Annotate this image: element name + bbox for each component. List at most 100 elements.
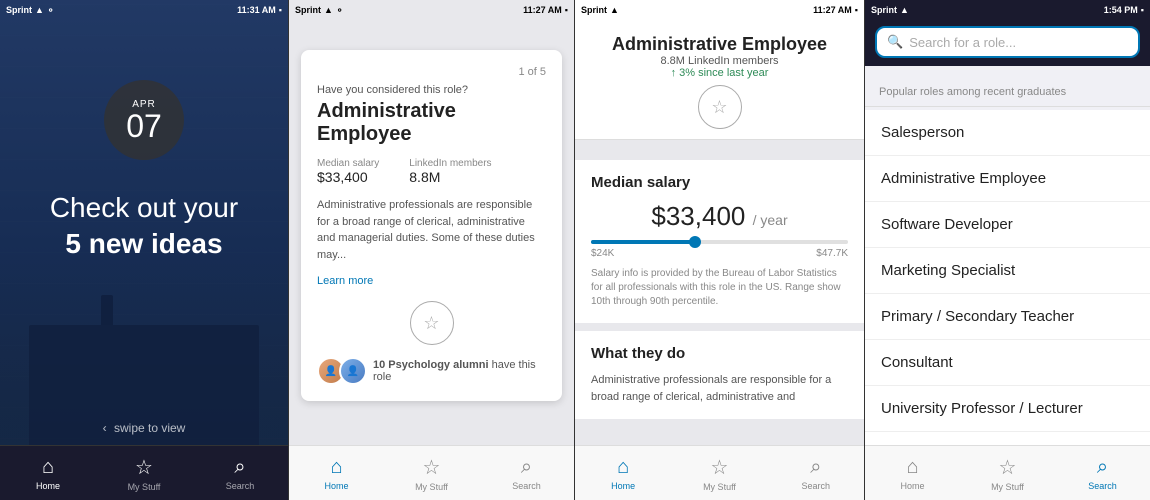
status-bar-4: Sprint ▲ 1:54 PM ▪	[865, 0, 1150, 20]
popular-label: Popular roles among recent graduates	[879, 86, 1066, 98]
bottom-nav-2: ⌂ Home ☆ My Stuff ⌕ Search	[289, 445, 574, 500]
headline-line2: 5 new ideas	[65, 228, 222, 259]
status-bar-left-3: Sprint ▲	[581, 5, 619, 15]
s3-members: 8.8M LinkedIn members	[591, 55, 848, 67]
alumni-avatars: 👤 👤	[317, 357, 367, 385]
role-item-teacher[interactable]: Primary / Secondary Teacher	[865, 294, 1150, 340]
mystuff-icon-3: ☆	[711, 455, 729, 480]
search-icon-2: ⌕	[521, 456, 532, 479]
search-input-box[interactable]: 🔍 Search for a role...	[875, 26, 1140, 58]
salary-value: $33,400 / year	[591, 201, 848, 232]
battery-icon: ▪	[279, 5, 282, 15]
nav-search-3[interactable]: ⌕ Search	[768, 456, 864, 491]
headline: Check out your 5 new ideas	[30, 190, 258, 263]
screen-3: Sprint ▲ 11:27 AM ▪ Administrative Emplo…	[574, 0, 864, 500]
search-icon-1: ⌕	[234, 456, 245, 479]
status-bar-1: Sprint ▲ ⚬ 11:31 AM ▪	[0, 0, 288, 20]
stat-salary-value: $33,400	[317, 169, 379, 185]
nav-mystuff-1[interactable]: ☆ My Stuff	[96, 455, 192, 492]
alumni-row: 👤 👤 10 Psychology alumni have this role	[317, 357, 546, 385]
time-label: 11:31 AM	[237, 5, 276, 15]
mystuff-icon-1: ☆	[135, 455, 153, 480]
signal-icon: ▲	[35, 5, 44, 15]
stat-members-label: LinkedIn members	[409, 158, 491, 169]
salary-fill	[591, 240, 694, 244]
salary-dot	[689, 236, 701, 248]
nav-search-label-3: Search	[802, 481, 831, 491]
nav-home-4[interactable]: ⌂ Home	[865, 456, 960, 491]
nav-search-4[interactable]: ⌕ Search	[1055, 456, 1150, 491]
roles-list: SalespersonAdministrative EmployeeSoftwa…	[865, 110, 1150, 445]
role-item-consultant[interactable]: Consultant	[865, 340, 1150, 386]
time-label-2: 11:27 AM	[523, 5, 562, 15]
nav-search-label-2: Search	[512, 481, 541, 491]
nav-mystuff-label-4: My Stuff	[991, 482, 1024, 492]
learn-more-link[interactable]: Learn more	[317, 275, 373, 287]
mystuff-icon-4: ☆	[999, 455, 1017, 480]
mystuff-icon-2: ☆	[423, 455, 441, 480]
screen3-body: Median salary $33,400 / year $24K $47.7K…	[575, 160, 864, 445]
alumni-avatar-2: 👤	[339, 357, 367, 385]
role-item-marketing[interactable]: Marketing Specialist	[865, 248, 1150, 294]
nav-home-label-4: Home	[900, 481, 924, 491]
role-item-professor[interactable]: University Professor / Lecturer	[865, 386, 1150, 432]
signal-icon-2: ▲	[324, 5, 333, 15]
card-title: Administrative Employee	[317, 100, 546, 146]
status-bar-right-3: 11:27 AM ▪	[813, 5, 858, 15]
carrier-label-3: Sprint	[581, 5, 607, 15]
nav-mystuff-4[interactable]: ☆ My Stuff	[960, 455, 1055, 492]
status-bar-right-2: 11:27 AM ▪	[523, 5, 568, 15]
role-item-salesperson[interactable]: Salesperson	[865, 110, 1150, 156]
nav-mystuff-label-1: My Stuff	[128, 482, 161, 492]
card-body: Administrative professionals are respons…	[317, 197, 546, 263]
time-label-3: 11:27 AM	[813, 5, 852, 15]
status-bar-3: Sprint ▲ 11:27 AM ▪	[575, 0, 864, 20]
s3-title: Administrative Employee	[591, 34, 848, 55]
home-icon-2: ⌂	[330, 456, 342, 479]
wifi-icon-2: ⚬	[336, 5, 344, 16]
signal-icon-4: ▲	[900, 5, 909, 15]
time-label-4: 1:54 PM	[1104, 5, 1138, 15]
date-circle: APR 07	[104, 80, 184, 160]
salary-min: $24K	[591, 248, 614, 259]
what-section: What they do Administrative professional…	[575, 331, 864, 419]
star-button-2[interactable]: ☆	[410, 301, 454, 345]
battery-icon-2: ▪	[565, 5, 568, 15]
nav-home-1[interactable]: ⌂ Home	[0, 456, 96, 491]
nav-search-2[interactable]: ⌕ Search	[479, 456, 574, 491]
carrier-label: Sprint	[6, 5, 32, 15]
nav-search-label-1: Search	[226, 481, 255, 491]
nav-home-label-1: Home	[36, 481, 60, 491]
card-subtitle: Have you considered this role?	[317, 84, 546, 96]
headline-line1: Check out your	[50, 192, 238, 223]
status-bar-left-4: Sprint ▲	[871, 5, 909, 15]
nav-home-3[interactable]: ⌂ Home	[575, 456, 671, 491]
what-title: What they do	[591, 345, 848, 362]
role-item-project-mgr[interactable]: Project Manager	[865, 432, 1150, 445]
nav-mystuff-2[interactable]: ☆ My Stuff	[384, 455, 479, 492]
screen-4: Sprint ▲ 1:54 PM ▪ 🔍 Search for a role..…	[864, 0, 1150, 500]
role-item-admin-employee[interactable]: Administrative Employee	[865, 156, 1150, 202]
role-item-software-dev[interactable]: Software Developer	[865, 202, 1150, 248]
day-label: 07	[126, 110, 162, 142]
star-button-3[interactable]: ☆	[698, 85, 742, 129]
nav-mystuff-label-3: My Stuff	[703, 482, 736, 492]
screen3-header: Administrative Employee 8.8M LinkedIn me…	[575, 20, 864, 140]
screen1-content: APR 07 Check out your 5 new ideas	[0, 20, 288, 500]
carrier-label-4: Sprint	[871, 5, 897, 15]
nav-search-label-4: Search	[1088, 481, 1117, 491]
stat-salary: Median salary $33,400	[317, 158, 379, 185]
nav-mystuff-3[interactable]: ☆ My Stuff	[671, 455, 767, 492]
bottom-nav-4: ⌂ Home ☆ My Stuff ⌕ Search	[865, 445, 1150, 500]
status-bar-2: Sprint ▲ ⚬ 11:27 AM ▪	[289, 0, 574, 20]
salary-unit: / year	[753, 212, 788, 228]
salary-range-bar	[591, 240, 848, 244]
stat-members: LinkedIn members 8.8M	[409, 158, 491, 185]
stat-members-value: 8.8M	[409, 169, 491, 185]
search-icon-4: 🔍	[887, 34, 903, 50]
nav-search-1[interactable]: ⌕ Search	[192, 456, 288, 491]
stat-salary-label: Median salary	[317, 158, 379, 169]
bottom-nav-1: ⌂ Home ☆ My Stuff ⌕ Search	[0, 445, 288, 500]
nav-home-2[interactable]: ⌂ Home	[289, 456, 384, 491]
bottom-nav-3: ⌂ Home ☆ My Stuff ⌕ Search	[575, 445, 864, 500]
